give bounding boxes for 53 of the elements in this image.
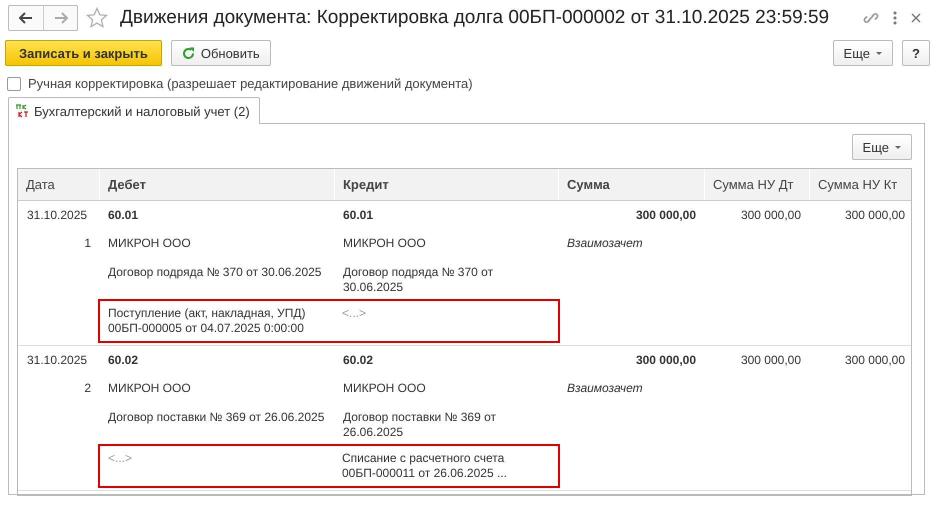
table-cell-text: 60.02	[107, 352, 140, 369]
table-cell-text: <...>	[341, 305, 368, 322]
caret-icon	[895, 146, 901, 148]
table-cell-text: 60.01	[107, 207, 140, 224]
table-cell-text: 300 000,00	[844, 352, 906, 369]
back-arrow-icon	[19, 12, 33, 24]
table-cell-text: МИКРОН ООО	[107, 380, 192, 397]
table-cell-text: Договор поставки № 369 от 26.06.2025	[107, 409, 326, 426]
table-cell-text: Договор подряда № 370 от 30.06.2025	[107, 264, 322, 281]
close-icon[interactable]	[911, 13, 921, 23]
table-cell-text: 300 000,00	[844, 207, 906, 224]
checkbox-label: Ручная корректировка (разрешает редактирование движений документа)	[28, 76, 473, 91]
table-cell-text: Поступление (акт, накладная, УПД) 00БП-000005 от 04.07.2025 0:00:00	[107, 305, 307, 337]
table-cell-text: Взаимозачет	[566, 380, 644, 397]
table-cell-text: 31.10.2025	[26, 207, 88, 224]
more-button[interactable]: Еще	[832, 40, 893, 66]
table-cell-text: <...>	[107, 450, 134, 467]
table-cell-text: МИКРОН ООО	[342, 380, 427, 397]
help-button[interactable]: ?	[902, 40, 930, 66]
table-cell-text: 31.10.2025	[26, 352, 88, 369]
window-title: Движения документа: Корректировка долга 00БП-000002 от 31.10.2025 23:59:59	[120, 7, 830, 29]
table-cell-text: 1	[83, 235, 92, 252]
forward-arrow-icon	[54, 12, 68, 24]
table-cell-text: 300 000,00	[634, 207, 697, 224]
table-cell-text: Договор поставки № 369 от 26.06.2025	[342, 409, 497, 441]
more-button[interactable]: Еще	[852, 134, 912, 160]
table-cell-text: Списание с расчетного счета 00БП-000011 от 26.06.2025 ...	[341, 450, 508, 482]
caret-icon	[876, 52, 882, 54]
column-header[interactable]: Сумма НУ Дт	[704, 169, 809, 200]
table-cell-text: 2	[83, 380, 92, 397]
debit-credit-icon	[15, 104, 29, 118]
table-cell-text: МИКРОН ООО	[107, 235, 192, 252]
column-header[interactable]: Кредит	[334, 169, 558, 200]
table-cell-text: 60.01	[342, 207, 374, 224]
save-and-close-button[interactable]: Записать и закрыть	[5, 40, 162, 66]
star-icon[interactable]	[86, 7, 108, 29]
column-header[interactable]: Дебет	[99, 169, 334, 200]
checkbox[interactable]	[7, 76, 21, 90]
tab[interactable]: Бухгалтерский и налоговый учет (2)	[8, 97, 260, 124]
refresh-button[interactable]: Обновить	[170, 40, 271, 66]
more-icon[interactable]	[893, 11, 897, 25]
column-header[interactable]: Сумма	[558, 169, 704, 200]
column-header[interactable]: Сумма НУ Кт	[809, 169, 911, 200]
table-cell-text: Договор подряда № 370 от 30.06.2025	[342, 264, 494, 296]
table-cell-text: 300 000,00	[740, 207, 802, 224]
link-icon[interactable]	[863, 10, 879, 26]
table-cell-text: МИКРОН ООО	[342, 235, 427, 252]
table-cell-text: 300 000,00	[634, 352, 697, 369]
refresh-icon	[182, 46, 195, 60]
table-cell-text: Взаимозачет	[566, 235, 644, 252]
table-cell-text: 300 000,00	[740, 352, 802, 369]
table-cell-text: 60.02	[342, 352, 374, 369]
column-header[interactable]: Дата	[18, 169, 99, 200]
